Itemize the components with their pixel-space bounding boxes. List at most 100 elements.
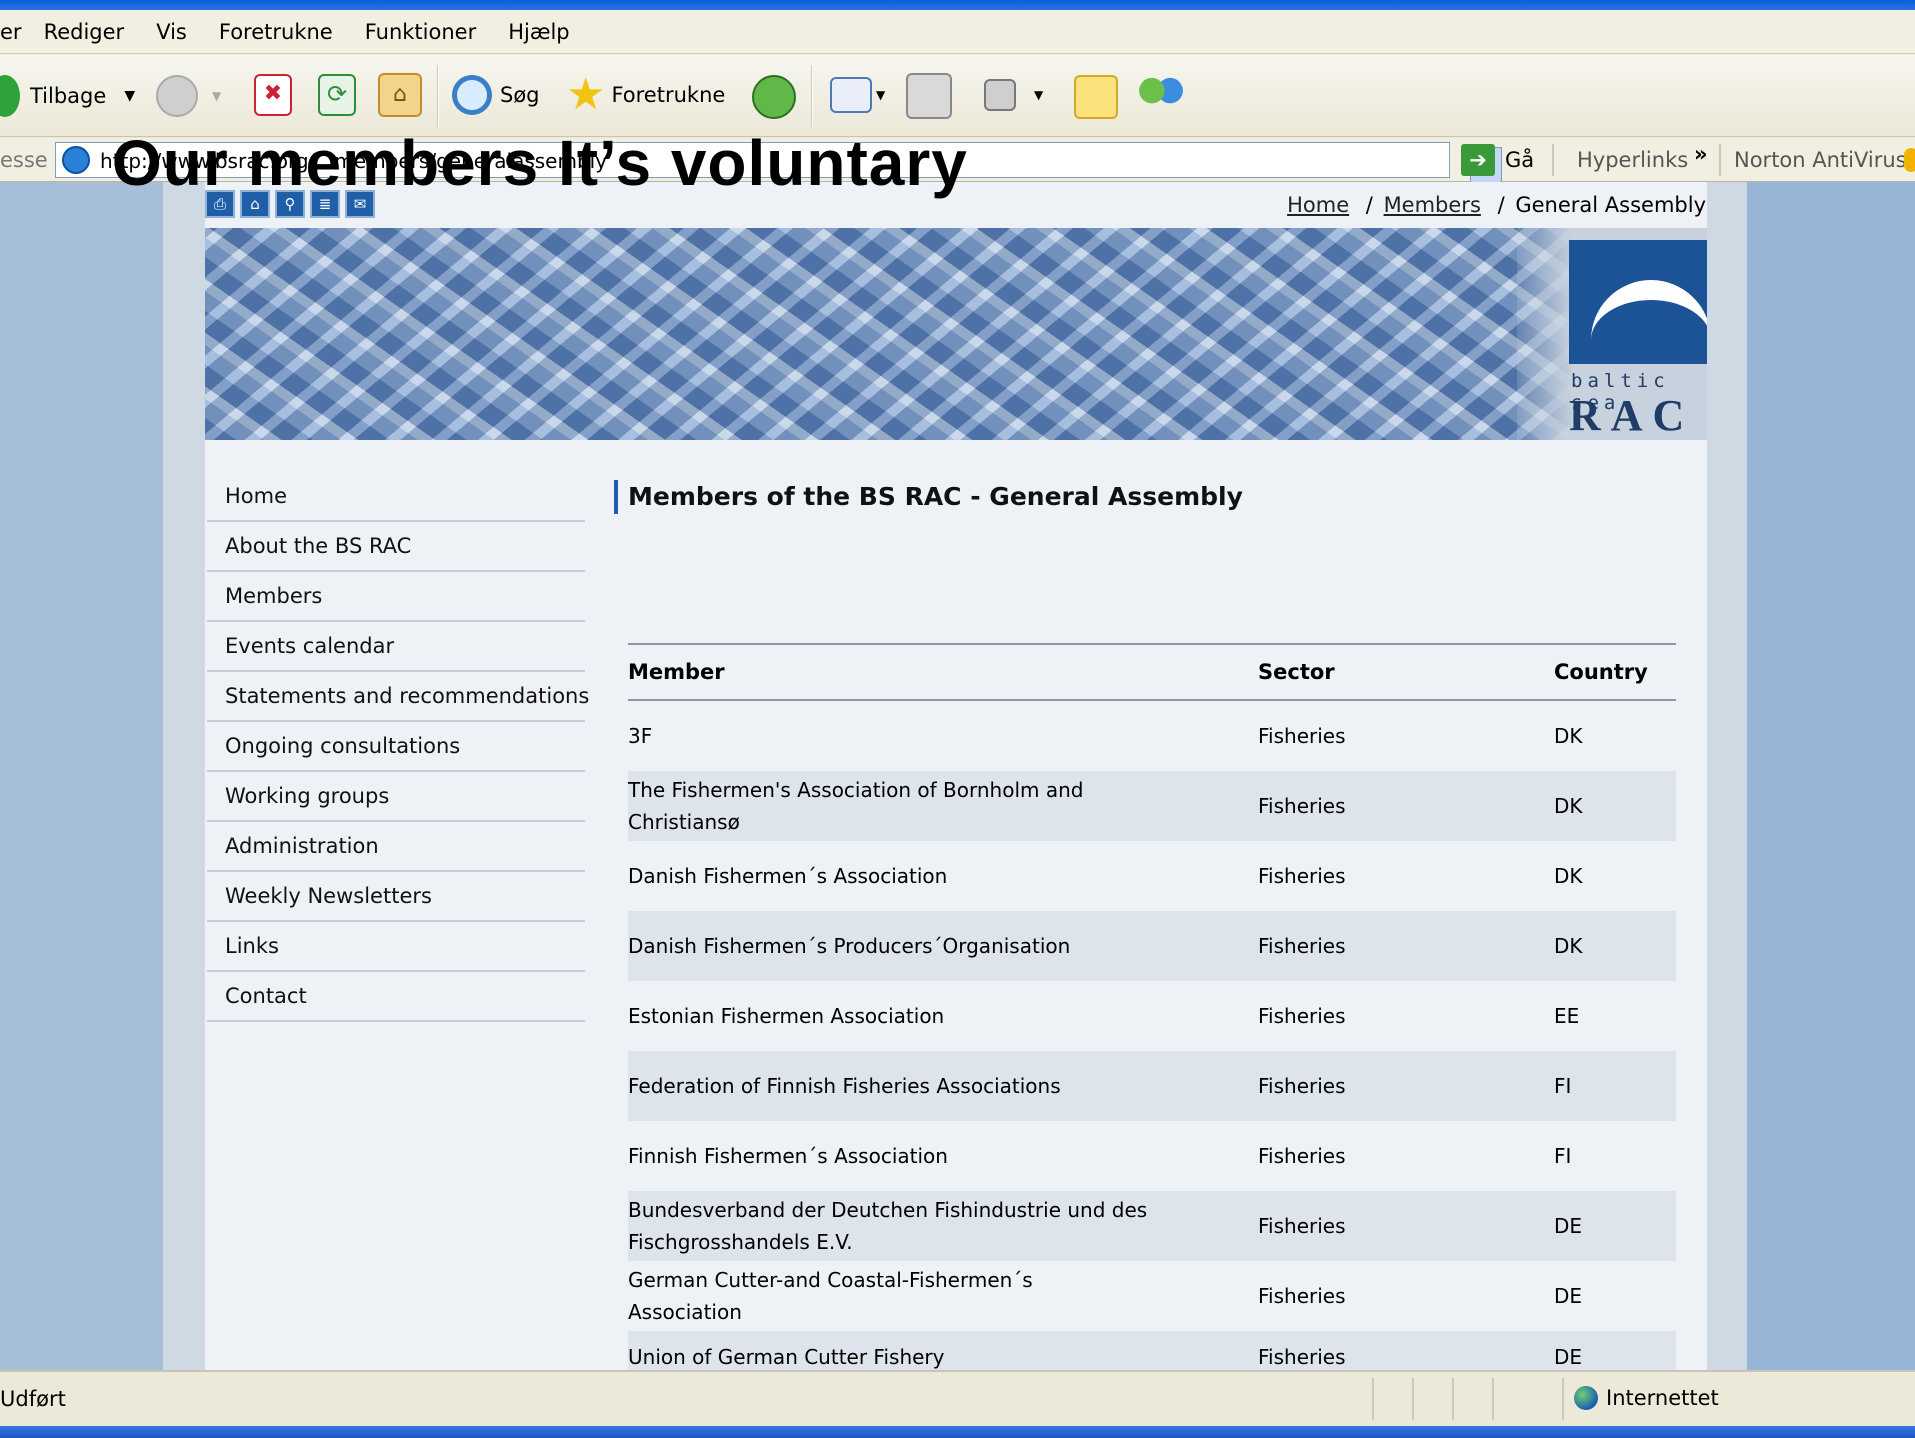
member-sector: Fisheries: [1258, 934, 1346, 958]
breadcrumb-members[interactable]: Members: [1384, 193, 1481, 217]
member-name: Union of German Cutter Fishery: [628, 1345, 945, 1369]
table-row: 3F Fisheries DK: [628, 701, 1676, 771]
history-icon: [752, 75, 796, 119]
column-header-member: Member: [628, 660, 725, 684]
member-name: Federation of Finnish Fisheries Associat…: [628, 1074, 1061, 1098]
printer-icon: [906, 73, 952, 119]
search-button[interactable]: Søg: [452, 75, 540, 115]
member-country: DK: [1554, 864, 1583, 888]
back-button[interactable]: Tilbage ▼: [0, 75, 135, 117]
forward-button[interactable]: ▼: [156, 75, 221, 117]
toolbar: Tilbage ▼ ▼ ✖ ⟳ ⌂ Søg ★ Foretrukne ▼ ▼: [0, 55, 1915, 137]
member-name: Danish Fishermen´s Producers´Organisatio…: [628, 934, 1071, 958]
member-sector: Fisheries: [1258, 1074, 1346, 1098]
column-header-country: Country: [1554, 660, 1648, 684]
menu-bar: er Rediger Vis Foretrukne Funktioner Hjæ…: [0, 10, 1915, 54]
menu-favorites[interactable]: Foretrukne: [219, 20, 333, 44]
menu-tools[interactable]: Funktioner: [365, 20, 477, 44]
member-country: DE: [1554, 1284, 1583, 1308]
column-header-sector: Sector: [1258, 660, 1335, 684]
toolbar-separator: [437, 65, 439, 127]
back-label: Tilbage: [30, 84, 107, 108]
nav-item-home[interactable]: Home: [207, 472, 585, 522]
slide-title: Our members It’s voluntary: [112, 127, 968, 199]
addressbar-separator: [1552, 144, 1554, 176]
nav-item-consultations[interactable]: Ongoing consultations: [207, 722, 585, 772]
status-divider: [1492, 1378, 1494, 1420]
menu-file[interactable]: er: [0, 20, 22, 44]
logo-text-line2: RAC: [1569, 391, 1695, 440]
discuss-button[interactable]: [1074, 75, 1118, 119]
member-name: German Cutter-and Coastal-Fishermen´s As…: [628, 1268, 1033, 1324]
menu-help[interactable]: Hjælp: [508, 20, 569, 44]
nav-item-contact[interactable]: Contact: [207, 972, 585, 1022]
status-bar: Udført Internettet: [0, 1370, 1915, 1426]
member-country: DE: [1554, 1345, 1583, 1369]
member-sector: Fisheries: [1258, 1144, 1346, 1168]
edit-button[interactable]: ▼: [984, 79, 1043, 111]
back-arrow-icon: [0, 75, 20, 117]
stop-button[interactable]: ✖: [254, 74, 292, 116]
edit-dropdown-icon[interactable]: ▼: [1034, 88, 1043, 102]
forward-arrow-icon: [156, 75, 198, 117]
member-sector: Fisheries: [1258, 1214, 1346, 1238]
breadcrumb-separator: /: [1365, 193, 1373, 217]
table-row: Danish Fishermen´s Producers´Organisatio…: [628, 911, 1676, 981]
member-name: Finnish Fishermen´s Association: [628, 1144, 948, 1168]
nav-item-statements[interactable]: Statements and recommendations: [207, 672, 589, 722]
nav-item-newsletters[interactable]: Weekly Newsletters: [207, 872, 585, 922]
go-button[interactable]: ➔ Gå: [1461, 144, 1534, 176]
stop-icon: ✖: [254, 74, 292, 116]
fish-logo-icon: [1569, 240, 1707, 364]
norton-icon[interactable]: [1904, 148, 1915, 172]
back-dropdown-icon[interactable]: ▼: [124, 88, 135, 104]
addressbar-separator: [1719, 144, 1721, 176]
member-country: FI: [1554, 1144, 1572, 1168]
toolbar-separator: [811, 65, 813, 127]
globe-icon: [1574, 1386, 1598, 1410]
window-title-bar: [0, 0, 1915, 10]
header-banner: baltic sea RAC: [205, 228, 1707, 440]
nav-item-administration[interactable]: Administration: [207, 822, 585, 872]
security-zone[interactable]: Internettet: [1574, 1386, 1719, 1410]
links-label[interactable]: Hyperlinks: [1577, 148, 1688, 172]
breadcrumb-home[interactable]: Home: [1287, 193, 1349, 217]
member-sector: Fisheries: [1258, 794, 1346, 818]
nav-item-about[interactable]: About the BS RAC: [207, 522, 585, 572]
table-row: Federation of Finnish Fisheries Associat…: [628, 1051, 1676, 1121]
menu-edit[interactable]: Rediger: [44, 20, 125, 44]
nav-item-events-calendar[interactable]: Events calendar: [207, 622, 585, 672]
member-sector: Fisheries: [1258, 1004, 1346, 1028]
print-button[interactable]: [906, 73, 952, 119]
refresh-button[interactable]: ⟳: [318, 74, 356, 116]
history-button[interactable]: [752, 75, 796, 119]
nav-item-members[interactable]: Members: [207, 572, 585, 622]
baltic-sea-rac-logo[interactable]: baltic sea RAC: [1517, 228, 1707, 440]
favorites-button[interactable]: ★ Foretrukne: [566, 73, 725, 117]
table-row: Danish Fishermen´s Association Fisheries…: [628, 841, 1676, 911]
go-arrow-icon: ➔: [1461, 144, 1495, 176]
nav-item-links[interactable]: Links: [207, 922, 585, 972]
refresh-icon: ⟳: [318, 74, 356, 116]
member-name: The Fishermen's Association of Bornholm …: [628, 778, 1084, 834]
table-header: Member Sector Country: [628, 645, 1676, 701]
table-row: Finnish Fishermen´s Association Fisherie…: [628, 1121, 1676, 1191]
nav-item-working-groups[interactable]: Working groups: [207, 772, 585, 822]
edit-page-icon: [984, 79, 1016, 111]
member-country: DE: [1554, 1214, 1583, 1238]
messenger-button[interactable]: [1138, 73, 1184, 117]
address-label: esse: [0, 148, 48, 172]
member-name: Estonian Fishermen Association: [628, 1004, 945, 1028]
note-icon: [1074, 75, 1118, 119]
status-divider: [1562, 1378, 1564, 1420]
member-name: Bundesverband der Deutchen Fishindustrie…: [628, 1198, 1148, 1254]
search-label: Søg: [500, 83, 540, 107]
chevron-right-icon[interactable]: »: [1694, 142, 1708, 166]
mail-button[interactable]: ▼: [830, 77, 885, 113]
norton-antivirus-label[interactable]: Norton AntiVirus: [1734, 148, 1907, 172]
home-button[interactable]: ⌂: [378, 73, 422, 117]
member-sector: Fisheries: [1258, 724, 1346, 748]
mail-dropdown-icon[interactable]: ▼: [876, 88, 885, 102]
table-row: German Cutter-and Coastal-Fishermen´s As…: [628, 1261, 1676, 1331]
menu-view[interactable]: Vis: [156, 20, 187, 44]
